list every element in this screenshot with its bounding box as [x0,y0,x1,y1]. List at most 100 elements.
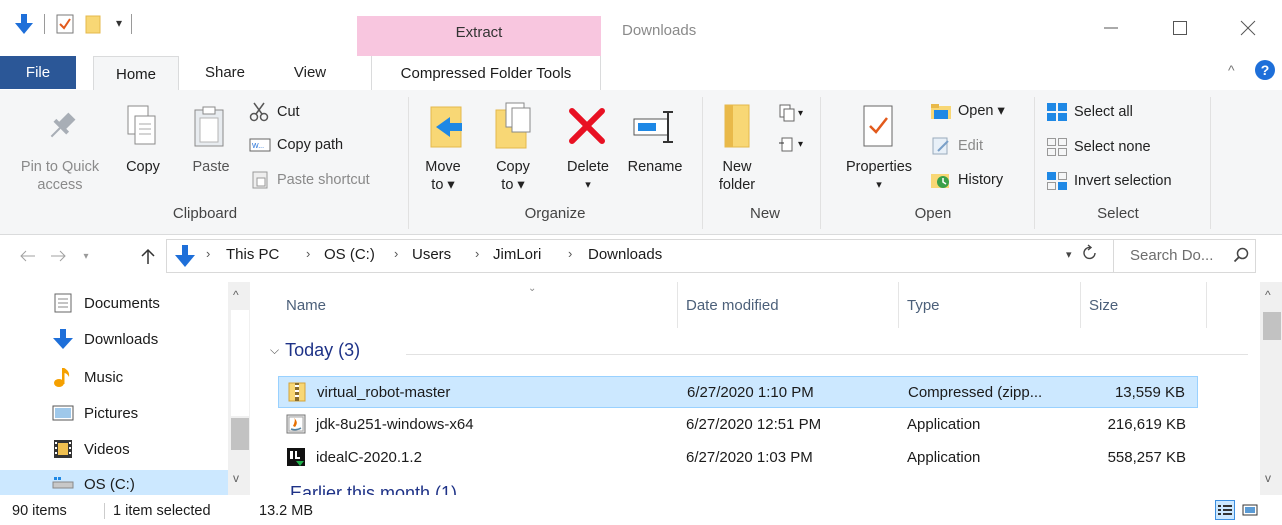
minimize-button[interactable] [1087,14,1135,42]
copy-to-button[interactable]: Copy to ▾ [487,158,539,194]
nav-label: Pictures [84,404,139,422]
properties-button[interactable]: Properties ▾ [834,158,924,194]
new-item-button[interactable]: ▾ [778,104,803,122]
back-button[interactable] [16,243,40,269]
file-row[interactable]: virtual_robot-master 6/27/2020 1:10 PM C… [278,376,1198,408]
properties-large-icon [862,104,894,152]
select-none-button[interactable]: Select none [1046,137,1151,157]
column-header-name[interactable]: Name [286,282,326,328]
tab-compressed-folder-tools[interactable]: Compressed Folder Tools [371,56,601,91]
window-title: Downloads [622,22,697,39]
breadcrumb-users[interactable]: Users [412,246,451,263]
group-header-earlier[interactable]: Earlier this month (1) [262,485,1242,495]
back-arrow-icon [20,250,35,262]
collapse-ribbon-icon[interactable]: ^ [1228,62,1235,78]
nav-item-music[interactable]: Music [52,360,222,394]
delete-dropdown-arrow[interactable]: ▾ [560,176,616,194]
properties-label: Properties [845,159,913,175]
up-arrow-icon [141,248,155,264]
properties-dropdown-arrow[interactable]: ▾ [834,176,924,194]
nav-item-os-c[interactable]: OS (C:) [0,470,228,495]
file-list-scroll-thumb[interactable] [1263,312,1281,340]
tab-view[interactable]: View [280,56,340,89]
tab-file[interactable]: File [0,56,76,89]
file-name: virtual_robot-master [317,384,451,401]
column-header-size[interactable]: Size [1089,282,1118,328]
pin-to-quick-access-button[interactable]: Pin to Quick access [14,158,106,194]
nav-pane-scroll-track [231,310,249,416]
scroll-up-arrow-icon[interactable]: ^ [233,288,239,302]
file-row[interactable]: jdk-8u251-windows-x64 6/27/2020 12:51 PM… [278,409,1198,441]
qat-customize-icon[interactable]: ▾ [116,16,122,30]
rename-button[interactable]: Rename [620,158,690,176]
breadcrumb-this-pc[interactable]: This PC [226,246,279,263]
column-header-date-modified[interactable]: Date modified [686,282,779,328]
minimize-icon [1104,27,1118,29]
status-item-count: 90 items [12,503,67,519]
move-to-icon [428,103,466,153]
details-view-button[interactable] [1215,500,1235,520]
nav-pane-scroll-thumb[interactable] [231,418,249,450]
select-group-label: Select [1097,205,1139,222]
paste-shortcut-button[interactable]: Paste shortcut [249,171,370,189]
select-all-icon [1047,103,1067,121]
breadcrumb-jimlori[interactable]: JimLori [493,246,541,263]
group-separator [1210,97,1211,229]
history-button[interactable]: History [930,171,1003,189]
scroll-up-arrow-icon[interactable]: ^ [1265,288,1271,302]
breadcrumb-downloads[interactable]: Downloads [588,246,662,263]
nav-item-documents[interactable]: Documents [52,286,222,320]
file-date: 6/27/2020 12:51 PM [686,416,822,433]
forward-button[interactable] [46,243,70,269]
edit-button[interactable]: Edit [930,137,983,155]
search-icon[interactable] [1233,247,1249,267]
file-row[interactable]: idealC-2020.1.2 6/27/2020 1:03 PM Applic… [278,442,1198,474]
nav-item-downloads[interactable]: Downloads [52,322,222,356]
scroll-down-arrow-icon[interactable]: v [233,471,239,485]
tab-home[interactable]: Home [93,56,179,91]
column-header-type[interactable]: Type [907,282,940,328]
search-input[interactable]: Search Do... [1130,247,1213,264]
easy-access-button[interactable]: ▾ [778,135,803,153]
large-icons-view-button[interactable] [1240,500,1260,520]
delete-button[interactable]: Delete ▾ [560,158,616,194]
help-icon[interactable]: ? [1255,60,1275,80]
copy-to-label-line1: Copy [496,159,530,175]
open-button[interactable]: Open ▾ [930,102,1005,120]
column-separator[interactable] [1206,282,1207,328]
new-folder-icon[interactable] [85,12,105,36]
tab-share[interactable]: Share [195,56,255,89]
nav-item-videos[interactable]: Videos [52,432,222,466]
properties-icon[interactable] [55,12,75,36]
close-icon [1240,20,1256,36]
copy-path-button[interactable]: W... Copy path [249,137,343,153]
refresh-icon[interactable] [1082,244,1098,266]
recent-locations-chevron-icon[interactable]: ▾ [74,243,98,269]
group-header-today[interactable]: ⌵ Today (3) [270,340,360,361]
breadcrumb-os-c[interactable]: OS (C:) [324,246,375,263]
nav-item-pictures[interactable]: Pictures [52,396,222,430]
open-group-label: Open [914,205,952,222]
column-separator[interactable] [1080,282,1081,328]
large-icons-view-icon [1242,504,1258,516]
invert-selection-button[interactable]: Invert selection [1046,171,1172,191]
nav-label: Music [84,368,124,386]
column-separator[interactable] [898,282,899,328]
address-dropdown-chevron-icon[interactable]: ▾ [1066,248,1072,261]
copy-button[interactable]: Copy [122,158,164,176]
paste-button[interactable]: Paste [188,158,234,176]
rename-icon [632,110,678,148]
new-folder-button[interactable]: New folder [712,158,762,194]
cut-button[interactable]: Cut [249,102,300,122]
delete-icon [568,108,606,148]
close-button[interactable] [1224,14,1272,42]
group-collapse-chevron-icon[interactable]: ⌵ [270,343,279,358]
maximize-button[interactable] [1156,14,1204,42]
scroll-down-arrow-icon[interactable]: v [1265,471,1271,485]
up-button[interactable] [136,243,160,269]
select-all-button[interactable]: Select all [1046,102,1133,122]
column-separator[interactable] [677,282,678,328]
cut-label: Cut [277,104,300,120]
move-to-button[interactable]: Move to ▾ [418,158,468,194]
nav-label: Videos [84,440,130,458]
